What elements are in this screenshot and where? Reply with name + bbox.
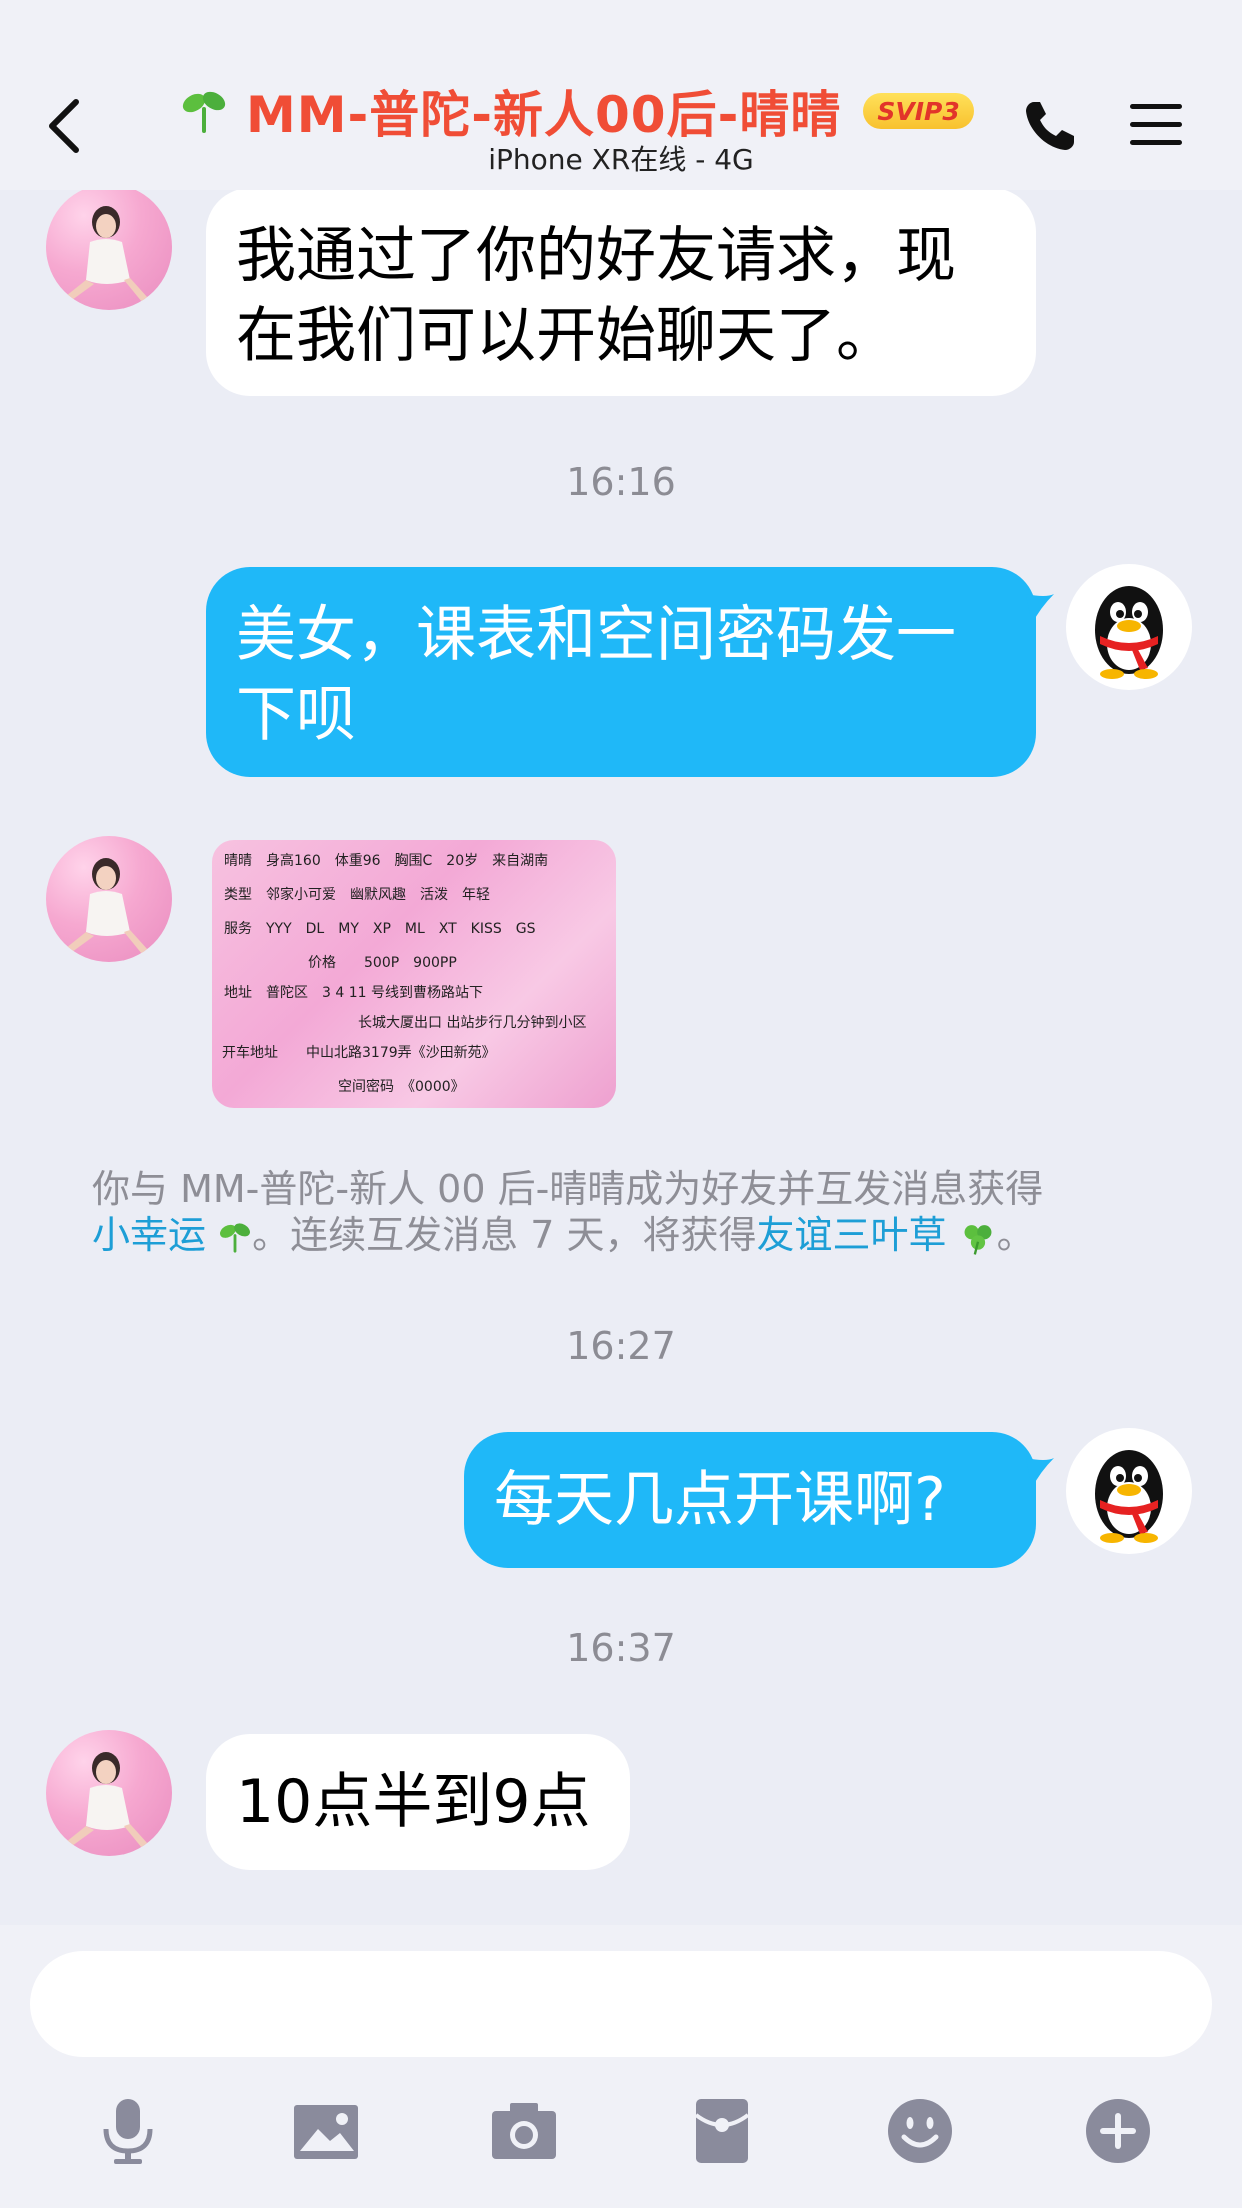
timestamp: 16:16 <box>566 460 676 504</box>
incoming-bubble[interactable]: 我通过了你的好友请求，现 在我们可以开始聊天了。 <box>206 190 1036 396</box>
sprout-icon <box>220 1223 251 1253</box>
contact-name[interactable]: MM-普陀-新人00后-晴晴 <box>246 75 841 147</box>
plus-icon[interactable] <box>1082 2095 1154 2167</box>
girl-photo-icon <box>66 1752 148 1848</box>
image-text-line: 长城大厦出口 出站步行几分钟到小区 <box>358 1015 587 1031</box>
image-text-line: 服务 YYY DL MY XP ML XT KISS GS <box>224 921 536 937</box>
svip-badge: SVIP3 <box>863 93 974 129</box>
my-avatar[interactable] <box>1066 564 1192 690</box>
incoming-bubble[interactable]: 10点半到9点 <box>206 1734 630 1870</box>
message-text: 在我们可以开始聊天了。 <box>236 301 896 371</box>
girl-photo-icon <box>66 206 148 302</box>
bubble-tail <box>1026 1458 1054 1488</box>
lucky-link[interactable]: 小幸运 <box>92 1213 206 1257</box>
bubble-tail <box>1026 594 1054 624</box>
phone-icon[interactable] <box>1022 98 1078 154</box>
image-text-line: 类型 邻家小可爱 幽默风趣 活泼 年轻 <box>224 887 490 903</box>
outgoing-bubble[interactable]: 每天几点开课啊? <box>464 1432 1036 1568</box>
contact-avatar[interactable] <box>46 836 172 962</box>
emoji-icon[interactable] <box>884 2095 956 2167</box>
image-text-line: 价格 500P 900PP <box>308 955 457 971</box>
title-row: MM-普陀-新人00后-晴晴 SVIP3 <box>180 78 974 144</box>
contact-avatar[interactable] <box>46 190 172 310</box>
clover-icon <box>964 1225 992 1255</box>
system-text: 。 <box>996 1213 1035 1257</box>
my-avatar[interactable] <box>1066 1428 1192 1554</box>
camera-icon[interactable] <box>488 2095 560 2167</box>
message-text: 每天几点开课啊? <box>494 1465 946 1535</box>
image-text-line: 空间密码 《0000》 <box>338 1079 465 1095</box>
image-text-line: 晴晴 身高160 体重96 胸围C 20岁 来自湖南 <box>224 853 549 869</box>
menu-icon[interactable] <box>1128 102 1184 148</box>
red-packet-icon[interactable] <box>686 2095 758 2167</box>
message-input[interactable] <box>30 1951 1212 2057</box>
contact-avatar[interactable] <box>46 1730 172 1856</box>
girl-photo-icon <box>66 858 148 954</box>
microphone-icon[interactable] <box>92 2095 164 2167</box>
message-list[interactable]: 我通过了你的好友请求，现 在我们可以开始聊天了。 16:16 美女，课表和空间密… <box>0 190 1242 1925</box>
sprout-icon <box>182 91 226 133</box>
qq-penguin-icon <box>1095 1450 1163 1543</box>
outgoing-bubble[interactable]: 美女，课表和空间密码发一 下呗 <box>206 567 1036 777</box>
timestamp: 16:27 <box>566 1324 676 1368</box>
chat-header: MM-普陀-新人00后-晴晴 SVIP3 iPhone XR在线 - 4G <box>0 0 1242 190</box>
image-icon[interactable] <box>290 2095 362 2167</box>
system-notice: 你与 MM-普陀-新人 00 后-晴晴成为好友并互发消息获得 小幸运 。连续互发… <box>92 1166 1172 1258</box>
system-text: 你与 MM-普陀-新人 00 后-晴晴成为好友并互发消息获得 <box>92 1167 1044 1211</box>
message-text: 下呗 <box>236 680 356 750</box>
image-text-line: 开车地址 中山北路3179弄《沙田新苑》 <box>222 1045 496 1061</box>
qq-penguin-icon <box>1095 586 1163 679</box>
message-text: 我通过了你的好友请求，现 <box>236 221 956 291</box>
image-text-line: 地址 普陀区 3 4 11 号线到曹杨路站下 <box>224 985 483 1001</box>
clover-link[interactable]: 友谊三叶草 <box>756 1213 946 1257</box>
input-panel <box>0 1925 1242 2208</box>
timestamp: 16:37 <box>566 1626 676 1670</box>
system-text: 。连续互发消息 7 天，将获得 <box>252 1213 757 1257</box>
message-text: 美女，课表和空间密码发一 <box>236 600 956 670</box>
message-text: 10点半到9点 <box>236 1767 591 1837</box>
image-message[interactable]: 晴晴 身高160 体重96 胸围C 20岁 来自湖南 类型 邻家小可爱 幽默风趣… <box>212 840 616 1108</box>
